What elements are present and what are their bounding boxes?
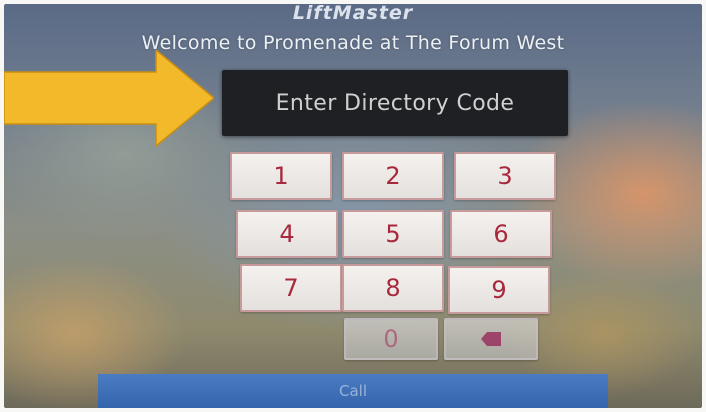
intercom-screen: LiftMaster Welcome to Promenade at The F…: [4, 4, 702, 408]
key-2[interactable]: 2: [342, 152, 444, 200]
arrow-icon: [4, 50, 214, 148]
backspace-button[interactable]: [444, 318, 538, 360]
key-7[interactable]: 7: [240, 264, 342, 312]
call-button[interactable]: Call: [98, 374, 608, 408]
key-8[interactable]: 8: [342, 264, 444, 312]
key-5[interactable]: 5: [342, 210, 444, 258]
key-3[interactable]: 3: [454, 152, 556, 200]
key-4[interactable]: 4: [236, 210, 338, 258]
key-9[interactable]: 9: [448, 266, 550, 314]
directory-code-input[interactable]: Enter Directory Code: [222, 70, 568, 136]
backspace-icon: [481, 332, 501, 346]
key-0[interactable]: 0: [344, 318, 438, 360]
key-6[interactable]: 6: [450, 210, 552, 258]
key-1[interactable]: 1: [230, 152, 332, 200]
liftmaster-logo: LiftMaster: [292, 4, 414, 24]
